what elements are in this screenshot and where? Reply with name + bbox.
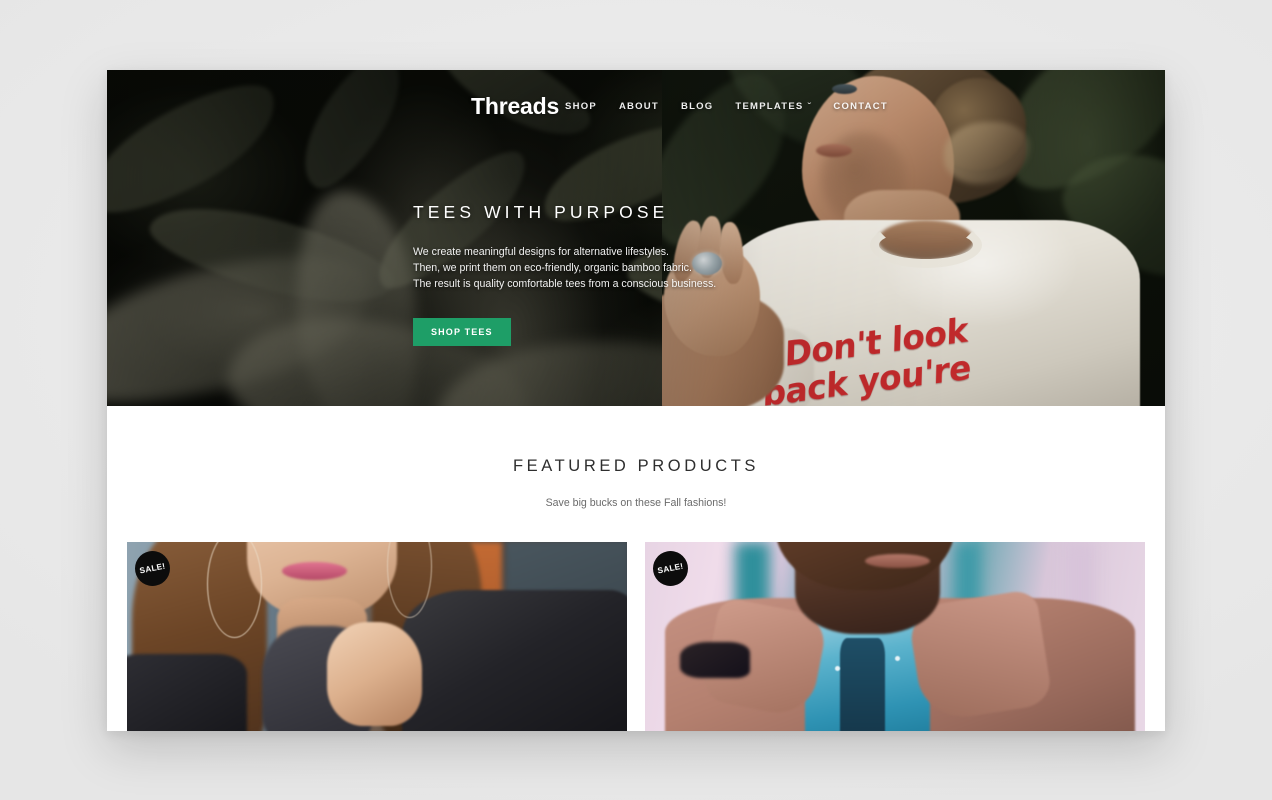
nav-label-about: ABOUT — [618, 100, 659, 112]
nav-item-shop[interactable]: SHOP — [565, 101, 597, 112]
main-navigation: SHOP ABOUT BLOG TEMPLATES ˇ CONTACT — [565, 101, 888, 112]
site-header: Threads SHOP ABOUT BLOG TEMPLATES ˇ CONT… — [107, 70, 1165, 142]
product-card[interactable]: SALE! — [127, 542, 627, 731]
nav-item-contact[interactable]: CONTACT — [833, 101, 887, 112]
nav-label-shop: SHOP — [565, 100, 597, 112]
product-image — [127, 542, 627, 731]
nav-label-contact: CONTACT — [833, 100, 888, 112]
site-logo[interactable]: Threads — [471, 93, 559, 120]
featured-products-title: FEATURED PRODUCTS — [512, 457, 760, 475]
nav-item-blog[interactable]: BLOG — [681, 101, 713, 112]
nav-item-templates[interactable]: TEMPLATES ˇ — [735, 101, 811, 112]
hero-paragraph: We create meaningful designs for alterna… — [413, 246, 717, 290]
hero-section: “Don't look back you're Threads SHOP ABO… — [107, 70, 1165, 406]
product-grid: SALE! SALE! — [107, 542, 1165, 731]
nav-label-blog: BLOG — [680, 100, 714, 112]
nav-item-about[interactable]: ABOUT — [619, 101, 659, 112]
featured-products-section: FEATURED PRODUCTS Save big bucks on thes… — [107, 406, 1165, 731]
product-image — [645, 542, 1145, 731]
browser-viewport: “Don't look back you're Threads SHOP ABO… — [107, 70, 1165, 731]
nav-label-templates: TEMPLATES — [735, 100, 804, 112]
hero-content: TEES WITH PURPOSE We create meaningful d… — [413, 202, 717, 347]
shop-tees-button[interactable]: SHOP TEES — [413, 318, 511, 347]
product-card[interactable]: SALE! — [645, 542, 1145, 731]
hero-title: TEES WITH PURPOSE — [413, 202, 669, 222]
featured-products-subtitle: Save big bucks on these Fall fashions! — [545, 497, 727, 509]
chevron-down-icon: ˇ — [807, 102, 812, 111]
